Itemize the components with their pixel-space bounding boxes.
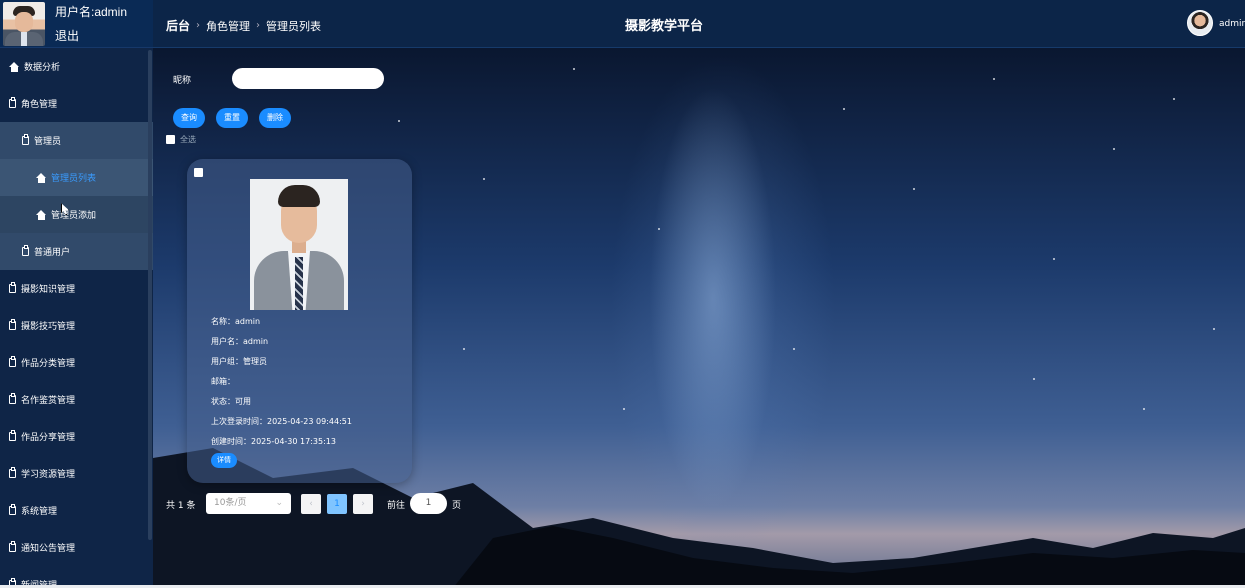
nickname-label: 昵称 xyxy=(173,76,192,86)
clipboard-icon xyxy=(9,393,16,404)
clipboard-icon xyxy=(9,504,16,515)
breadcrumb: 后台 › 角色管理 › 管理员列表 xyxy=(166,17,321,34)
sidebar-item-role-management[interactable]: 角色管理 xyxy=(0,85,153,122)
sidebar-item-label: 摄影技巧管理 xyxy=(21,322,76,332)
page-title: 摄影教学平台 xyxy=(625,19,704,34)
home-icon xyxy=(9,61,20,72)
detail-button[interactable]: 详情 xyxy=(211,453,237,468)
page-size-select[interactable]: 10条/页 ⌄ xyxy=(206,493,291,514)
sidebar-item-label: 名作鉴赏管理 xyxy=(21,396,76,406)
clipboard-icon xyxy=(9,282,16,293)
page-size-value: 10条/页 xyxy=(214,498,247,508)
chevron-right-icon: › xyxy=(256,20,261,31)
admin-photo xyxy=(250,179,348,310)
main-content: 昵称 查询 重置 删除 全选 名称：admin 用户名：admin 用户组：管理… xyxy=(153,48,1245,588)
breadcrumb-item[interactable]: 角色管理 xyxy=(206,18,250,34)
clipboard-icon xyxy=(9,430,16,441)
clipboard-icon xyxy=(9,467,16,478)
sidebar-item-label: 作品分享管理 xyxy=(21,433,76,443)
sidebar-item-label: 摄影知识管理 xyxy=(21,285,76,295)
query-button[interactable]: 查询 xyxy=(173,108,205,128)
sidebar-scrollbar[interactable] xyxy=(148,50,152,540)
sidebar-item-photo-knowledge[interactable]: 摄影知识管理 xyxy=(0,270,153,307)
next-page-button[interactable]: › xyxy=(353,494,373,514)
prev-page-button[interactable]: ‹ xyxy=(301,494,321,514)
nickname-input[interactable] xyxy=(232,68,384,89)
card-field-group: 用户组：管理员 xyxy=(211,357,267,366)
sidebar-item-label: 管理员添加 xyxy=(51,211,97,221)
username-label: 用户名:admin xyxy=(55,4,128,19)
goto-suffix: 页 xyxy=(452,501,462,511)
sidebar-item-label: 作品分类管理 xyxy=(21,359,76,369)
home-icon xyxy=(36,209,47,220)
sidebar-item-work-share[interactable]: 作品分享管理 xyxy=(0,418,153,455)
sidebar-item-admin-list[interactable]: 管理员列表 xyxy=(0,159,153,196)
sidebar-item-label: 管理员列表 xyxy=(51,174,97,184)
sidebar-item-photo-skills[interactable]: 摄影技巧管理 xyxy=(0,307,153,344)
pagination-total: 共 1 条 xyxy=(166,501,196,511)
card-field-username: 用户名：admin xyxy=(211,337,269,346)
user-box: 用户名:admin 退出 xyxy=(0,0,153,48)
select-all-checkbox[interactable] xyxy=(166,135,175,144)
header-avatar[interactable] xyxy=(1187,10,1213,36)
clipboard-icon xyxy=(9,356,16,367)
sidebar-item-label: 角色管理 xyxy=(21,100,58,110)
sidebar-item-notices[interactable]: 通知公告管理 xyxy=(0,529,153,566)
reset-button[interactable]: 重置 xyxy=(216,108,248,128)
avatar xyxy=(3,1,45,46)
breadcrumb-item: 管理员列表 xyxy=(266,19,322,33)
logout-link[interactable]: 退出 xyxy=(55,24,127,48)
breadcrumb-item[interactable]: 后台 xyxy=(166,17,190,34)
clipboard-icon xyxy=(22,134,29,145)
sidebar-item-system[interactable]: 系统管理 xyxy=(0,492,153,529)
select-all-label: 全选 xyxy=(180,135,196,144)
sidebar-item-label: 通知公告管理 xyxy=(21,544,76,554)
clipboard-icon xyxy=(22,245,29,256)
goto-page-input[interactable]: 1 xyxy=(410,493,447,514)
sidebar-item-work-category[interactable]: 作品分类管理 xyxy=(0,344,153,381)
goto-label: 前往 xyxy=(387,501,406,511)
card-field-email: 邮箱： xyxy=(211,377,235,386)
header-username[interactable]: admin xyxy=(1219,19,1245,29)
sidebar-item-admin[interactable]: 管理员 xyxy=(0,122,153,159)
page-number-button[interactable]: 1 xyxy=(327,494,347,514)
sidebar-item-label: 学习资源管理 xyxy=(21,470,76,480)
chevron-right-icon: › xyxy=(196,20,201,31)
home-icon xyxy=(36,172,47,183)
clipboard-icon xyxy=(9,319,16,330)
sidebar-item-regular-users[interactable]: 普通用户 xyxy=(0,233,153,270)
delete-button[interactable]: 删除 xyxy=(259,108,291,128)
card-field-name: 名称：admin xyxy=(211,317,261,326)
sidebar-item-label: 普通用户 xyxy=(34,248,71,258)
sidebar-item-label: 管理员 xyxy=(34,137,62,147)
chevron-down-icon: ⌄ xyxy=(275,498,283,508)
header: 后台 › 角色管理 › 管理员列表 摄影教学平台 admin xyxy=(153,0,1245,48)
clipboard-icon xyxy=(9,97,16,108)
user-info: 用户名:admin 退出 xyxy=(55,0,127,48)
select-all[interactable]: 全选 xyxy=(166,134,196,145)
sidebar-item-admin-add[interactable]: 管理员添加 xyxy=(0,196,153,233)
card-checkbox[interactable] xyxy=(194,168,203,177)
sidebar-item-data-analysis[interactable]: 数据分析 xyxy=(0,48,153,85)
sidebar-item-label: 数据分析 xyxy=(24,63,61,73)
admin-card: 名称：admin 用户名：admin 用户组：管理员 邮箱： 状态：可用 上次登… xyxy=(187,159,412,483)
sidebar: 用户名:admin 退出 数据分析 角色管理 管理员 管理员列表 管理员添加 普… xyxy=(0,0,153,588)
sidebar-item-label: 系统管理 xyxy=(21,507,58,517)
card-field-last-login: 上次登录时间：2025-04-23 09:44:51 xyxy=(211,417,352,426)
card-field-created: 创建时间：2025-04-30 17:35:13 xyxy=(211,437,336,446)
card-field-status: 状态：可用 xyxy=(211,397,251,406)
sidebar-item-learning-resources[interactable]: 学习资源管理 xyxy=(0,455,153,492)
clipboard-icon xyxy=(9,541,16,552)
sidebar-item-masterpiece[interactable]: 名作鉴赏管理 xyxy=(0,381,153,418)
